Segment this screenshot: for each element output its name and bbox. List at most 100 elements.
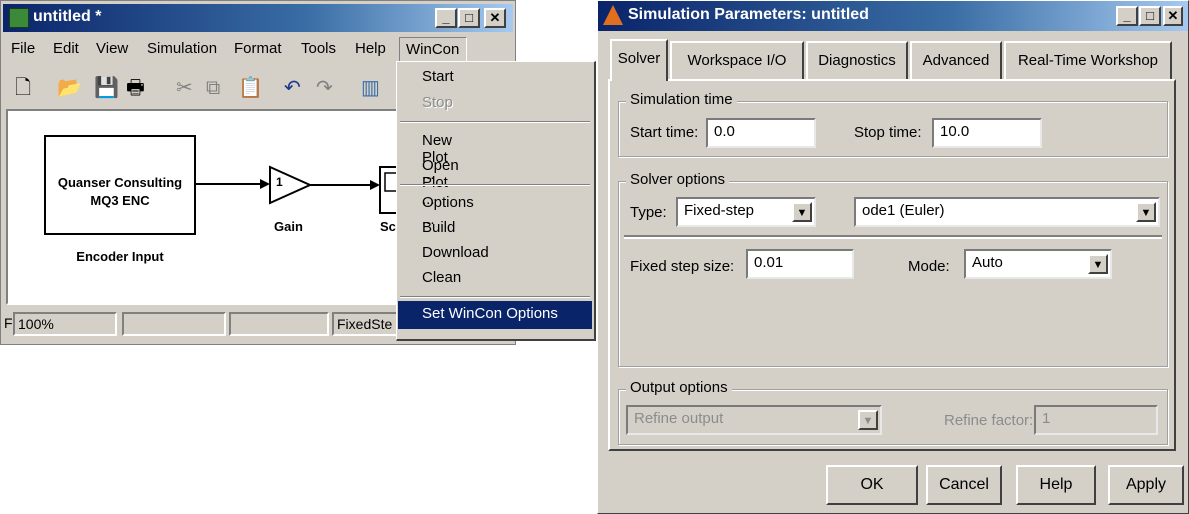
menu-wincon-label: WinCon <box>406 41 460 58</box>
dialog-maximize-button[interactable]: □ <box>1139 6 1161 26</box>
cancel-button-label: Cancel <box>939 476 989 493</box>
undo-icon[interactable]: ↶ <box>284 73 301 103</box>
model-canvas[interactable]: Quanser Consulting MQ3 ENC Encoder Input… <box>6 109 398 305</box>
menu-item-set-wincon-options[interactable]: Set WinCon Options <box>398 301 592 329</box>
scope-label: Sc <box>380 219 396 234</box>
matlab-logo-icon <box>603 5 623 25</box>
stop-time-value: 10.0 <box>940 123 970 140</box>
type-value: Fixed-step <box>684 202 755 219</box>
gain-label: Gain <box>274 219 303 234</box>
output-select[interactable]: Refine output <box>626 405 882 435</box>
apply-button-label: Apply <box>1125 476 1167 493</box>
gain-value: 1 <box>276 175 283 189</box>
mode-label: Mode: <box>908 258 950 275</box>
menu-separator-2 <box>400 184 590 186</box>
start-time-input[interactable]: 0.0 <box>706 118 816 148</box>
fixed-step-size-label: Fixed step size: <box>630 258 735 275</box>
output-dropdown-arrow-icon[interactable]: ▼ <box>858 410 878 430</box>
menu-item-download[interactable]: Download <box>422 244 489 261</box>
solver-select[interactable]: ode1 (Euler) <box>854 197 1160 227</box>
status-zoom: 100% <box>13 312 117 336</box>
help-button[interactable]: Help <box>1016 465 1096 505</box>
menu-format[interactable]: Format <box>234 40 282 57</box>
solver-dropdown-arrow-icon[interactable]: ▼ <box>1136 202 1156 222</box>
status-cell-3 <box>229 312 329 336</box>
tab-solver[interactable]: Solver <box>610 39 668 81</box>
dialog-titlebar[interactable]: Simulation Parameters: untitled _ □ ✕ <box>598 1 1188 31</box>
close-button[interactable]: ✕ <box>484 8 506 28</box>
menu-tools[interactable]: Tools <box>301 40 336 57</box>
status-prefix: F <box>4 315 13 331</box>
refine-factor-input[interactable]: 1 <box>1034 405 1158 435</box>
menu-item-start[interactable]: Start <box>422 68 454 85</box>
menu-simulation[interactable]: Simulation <box>147 40 217 57</box>
menu-view[interactable]: View <box>96 40 128 57</box>
maximize-button[interactable]: □ <box>458 8 480 28</box>
stop-time-label: Stop time: <box>854 124 922 141</box>
cut-icon[interactable]: ✂ <box>176 73 193 103</box>
copy-icon[interactable]: ⧉ <box>206 73 220 103</box>
new-file-icon[interactable]: 🗋 <box>15 73 31 103</box>
stop-time-input[interactable]: 10.0 <box>932 118 1042 148</box>
menu-item-build[interactable]: Build <box>422 219 455 236</box>
tab-workspace-io-label: Workspace I/O <box>687 52 787 69</box>
tab-diagnostics[interactable]: Diagnostics <box>806 41 908 79</box>
tab-advanced-label: Advanced <box>922 52 990 69</box>
status-solver: FixedSte <box>332 312 402 336</box>
menu-help[interactable]: Help <box>355 40 386 57</box>
solver-options-label: Solver options <box>626 171 730 188</box>
fixed-step-size-input[interactable]: 0.01 <box>746 249 854 279</box>
mode-dropdown-arrow-icon[interactable]: ▼ <box>1088 254 1108 274</box>
simulation-time-label: Simulation time <box>626 91 737 108</box>
tab-real-time-workshop[interactable]: Real-Time Workshop <box>1004 41 1172 79</box>
tab-real-time-workshop-label: Real-Time Workshop <box>1017 52 1159 69</box>
menu-item-stop[interactable]: Stop <box>422 94 453 111</box>
dialog-minimize-button[interactable]: _ <box>1116 6 1138 26</box>
solver-divider <box>624 235 1162 239</box>
menu-separator-1 <box>400 121 590 123</box>
tab-advanced[interactable]: Advanced <box>910 41 1002 79</box>
minimize-button[interactable]: _ <box>435 8 457 28</box>
dialog-close-button[interactable]: ✕ <box>1163 6 1183 26</box>
output-value: Refine output <box>634 410 724 427</box>
tab-diagnostics-label: Diagnostics <box>818 52 896 69</box>
simulink-title: untitled * <box>33 8 102 25</box>
paste-icon[interactable]: 📋 <box>238 73 263 103</box>
simulink-app-icon <box>9 8 29 28</box>
cancel-button[interactable]: Cancel <box>926 465 1002 505</box>
library-browser-icon[interactable]: ▥ <box>361 73 380 103</box>
type-dropdown-arrow-icon[interactable]: ▼ <box>792 202 812 222</box>
refine-factor-value: 1 <box>1042 410 1051 427</box>
status-solver-text: FixedSte <box>337 316 393 332</box>
save-icon[interactable]: 💾 <box>94 73 119 103</box>
ok-button[interactable]: OK <box>826 465 918 505</box>
menu-edit[interactable]: Edit <box>53 40 79 57</box>
menu-wincon[interactable]: WinCon <box>399 37 467 63</box>
simulink-titlebar[interactable]: untitled * _ □ ✕ <box>3 4 513 32</box>
tab-solver-label: Solver <box>617 50 661 67</box>
dialog-title: Simulation Parameters: untitled <box>628 6 869 23</box>
apply-button[interactable]: Apply <box>1108 465 1184 505</box>
simulation-parameters-dialog: Simulation Parameters: untitled _ □ ✕ So… <box>597 0 1189 514</box>
print-icon[interactable]: 🖶 <box>126 73 145 103</box>
status-cell-2 <box>122 312 226 336</box>
redo-icon[interactable]: ↷ <box>316 73 333 103</box>
menu-item-set-wincon-options-label: Set WinCon Options <box>422 305 558 322</box>
ok-button-label: OK <box>860 476 884 493</box>
signal-lines <box>196 165 398 214</box>
open-folder-icon[interactable]: 📂 <box>57 73 82 103</box>
arrowhead-gain <box>260 179 270 189</box>
fixed-step-size-value: 0.01 <box>754 254 784 271</box>
tab-workspace-io[interactable]: Workspace I/O <box>670 41 804 79</box>
help-button-label: Help <box>1039 476 1073 493</box>
output-options-label: Output options <box>626 379 732 396</box>
menu-item-clean[interactable]: Clean <box>422 269 461 286</box>
menu-file[interactable]: File <box>11 40 35 57</box>
simulink-menubar: File Edit View Simulation Format Tools H… <box>1 37 515 63</box>
start-time-label: Start time: <box>630 124 699 141</box>
status-zoom-text: 100% <box>18 316 54 332</box>
refine-factor-label: Refine factor: <box>944 412 1034 429</box>
start-time-value: 0.0 <box>714 123 735 140</box>
menu-separator-3 <box>400 296 590 298</box>
mode-value: Auto <box>972 254 1003 271</box>
